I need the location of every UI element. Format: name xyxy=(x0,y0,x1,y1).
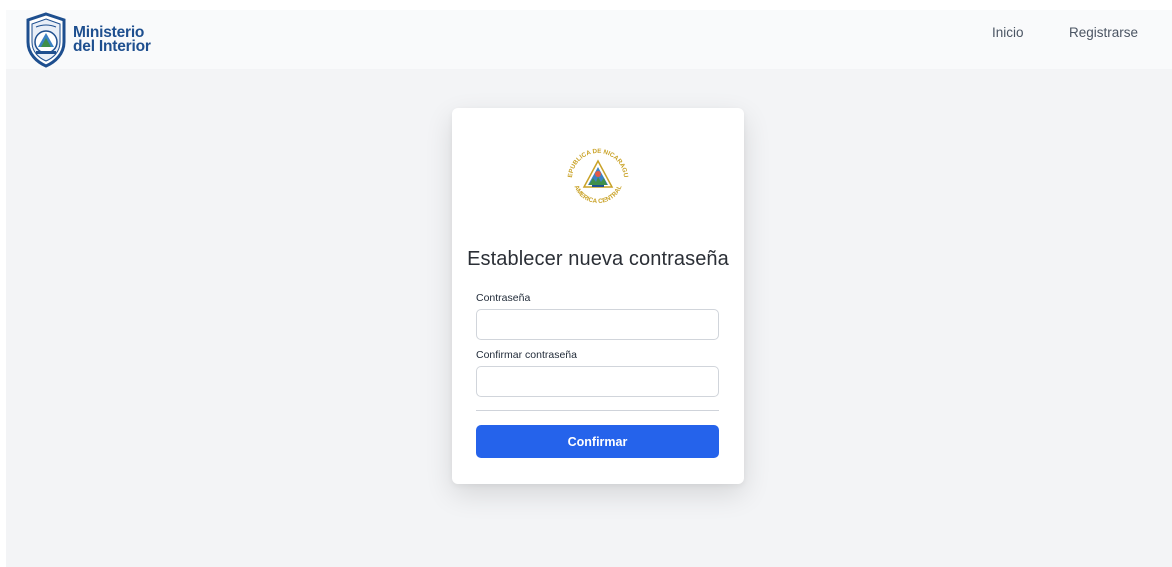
page-title: Establecer nueva contraseña xyxy=(467,248,729,270)
divider xyxy=(476,410,719,411)
password-input[interactable] xyxy=(476,309,719,340)
brand-name: Ministerio del Interior xyxy=(73,25,151,55)
confirm-button[interactable]: Confirmar xyxy=(476,425,719,458)
page: Ministerio del Interior Inicio Registrar… xyxy=(6,10,1172,567)
reset-password-card: REPUBLICA DE NICARAGUA AMERICA CENTRAL E… xyxy=(452,108,744,484)
password-label: Contraseña xyxy=(476,292,531,304)
nav-link-registrarse[interactable]: Registrarse xyxy=(1069,25,1138,40)
brand-line2: del Interior xyxy=(73,38,151,55)
navbar: Ministerio del Interior Inicio Registrar… xyxy=(6,10,1172,69)
confirm-password-label: Confirmar contraseña xyxy=(476,349,577,361)
confirm-password-input[interactable] xyxy=(476,366,719,397)
nicaragua-seal-logo: REPUBLICA DE NICARAGUA AMERICA CENTRAL xyxy=(562,133,629,205)
brand[interactable]: Ministerio del Interior xyxy=(24,12,151,68)
nav-link-inicio[interactable]: Inicio xyxy=(992,25,1024,40)
ministry-shield-logo xyxy=(26,12,66,68)
